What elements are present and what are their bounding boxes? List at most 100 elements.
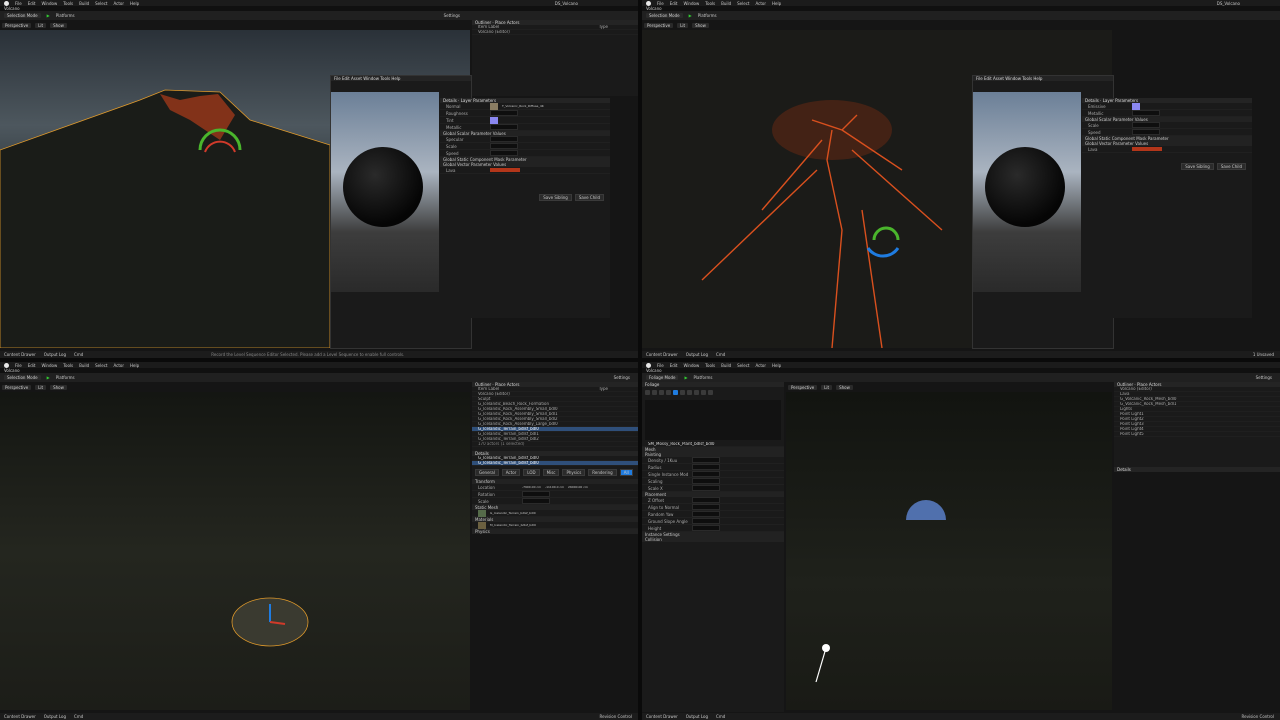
settings-button[interactable]: Settings	[444, 13, 460, 18]
content-drawer-button[interactable]: Content Drawer	[4, 352, 36, 357]
cmd-input[interactable]: Cmd	[716, 352, 725, 357]
unsaved-indicator[interactable]: 1 Unsaved	[1253, 352, 1280, 357]
save-child-button[interactable]: Save Child	[1216, 163, 1246, 170]
value-field[interactable]	[1132, 110, 1160, 116]
level-viewport[interactable]: File Edit Asset Window Tools Help	[0, 30, 472, 349]
menu-tools[interactable]: Tools	[705, 1, 715, 6]
save-child-button[interactable]: Save Child	[574, 194, 604, 201]
lasso-tool-icon[interactable]	[666, 390, 671, 395]
physics-section[interactable]: Physics	[472, 529, 638, 534]
menu-select[interactable]: Select	[737, 1, 749, 6]
details-tab-rendering[interactable]: Rendering	[588, 469, 617, 476]
loc-y[interactable]: -11100.0 cm	[545, 485, 564, 489]
lit-button[interactable]: Lit	[35, 23, 47, 28]
perspective-button[interactable]: Perspective	[644, 23, 674, 28]
menu-edit[interactable]: Edit	[28, 363, 36, 368]
menu-select[interactable]: Select	[95, 363, 107, 368]
details-tab-physics[interactable]: Physics	[562, 469, 586, 476]
save-sibling-button[interactable]: Save Sibling	[539, 194, 572, 201]
menu-help[interactable]: Help	[130, 1, 139, 6]
material-preview[interactable]	[973, 92, 1081, 292]
reapply-tool-icon[interactable]	[680, 390, 685, 395]
texture-swatch[interactable]	[490, 102, 498, 110]
value-field[interactable]	[692, 518, 720, 524]
play-icon[interactable]: ▶	[684, 375, 687, 380]
level-viewport[interactable]	[0, 392, 470, 710]
value-field[interactable]	[490, 136, 518, 142]
level-viewport[interactable]	[786, 392, 1112, 710]
platforms-button[interactable]: Platforms	[56, 375, 75, 380]
select-all-icon[interactable]	[652, 390, 657, 395]
value-field[interactable]	[692, 471, 720, 477]
lit-button[interactable]: Lit	[35, 385, 47, 390]
select-invalid-icon[interactable]	[659, 390, 664, 395]
menu-actor[interactable]: Actor	[755, 1, 766, 6]
menu-tools[interactable]: Tools	[705, 363, 715, 368]
details-tab-lod[interactable]: LOD	[523, 469, 540, 476]
color-swatch[interactable]	[1132, 102, 1140, 110]
erase-tool-icon[interactable]	[701, 390, 706, 395]
value-field[interactable]	[692, 504, 720, 510]
menu-file[interactable]: File	[657, 1, 664, 6]
output-log-button[interactable]: Output Log	[686, 352, 708, 357]
value-field[interactable]	[490, 150, 518, 156]
mesh-thumbnail[interactable]	[478, 509, 486, 517]
value-field[interactable]	[692, 457, 720, 463]
mode-select-button[interactable]: Selection Mode	[4, 375, 41, 380]
menu-actor[interactable]: Actor	[113, 363, 124, 368]
single-tool-icon[interactable]	[687, 390, 692, 395]
collision-section[interactable]: Collision	[642, 537, 784, 542]
cmd-input[interactable]: Cmd	[74, 352, 83, 357]
menu-file[interactable]: File	[15, 1, 22, 6]
play-icon[interactable]: ▶	[689, 13, 692, 18]
menu-select[interactable]: Select	[737, 363, 749, 368]
show-button[interactable]: Show	[692, 23, 709, 28]
outliner-row[interactable]: Point Light5	[1114, 432, 1280, 437]
content-drawer-button[interactable]: Content Drawer	[4, 714, 36, 719]
output-log-button[interactable]: Output Log	[686, 714, 708, 719]
platforms-button[interactable]: Platforms	[694, 375, 713, 380]
menu-build[interactable]: Build	[721, 363, 731, 368]
menu-window[interactable]: Window	[683, 363, 699, 368]
material-preview[interactable]	[331, 92, 439, 292]
menu-edit[interactable]: Edit	[670, 1, 678, 6]
play-icon[interactable]: ▶	[47, 13, 50, 18]
menu-window[interactable]: Window	[41, 1, 57, 6]
select-tool-icon[interactable]	[645, 390, 650, 395]
show-button[interactable]: Show	[836, 385, 853, 390]
content-drawer-button[interactable]: Content Drawer	[646, 352, 678, 357]
value-field[interactable]	[692, 478, 720, 484]
material-thumbnail[interactable]	[478, 521, 486, 529]
menu-file[interactable]: File	[657, 363, 664, 368]
value-field[interactable]	[692, 525, 720, 531]
value-field[interactable]	[692, 497, 720, 503]
menu-actor[interactable]: Actor	[113, 1, 124, 6]
loc-x[interactable]: -7900.00 cm	[522, 485, 541, 489]
level-viewport[interactable]: File Edit Asset Window Tools Help	[642, 30, 1114, 349]
platforms-button[interactable]: Platforms	[56, 13, 75, 18]
menu-edit[interactable]: Edit	[670, 363, 678, 368]
menu-window[interactable]: Window	[683, 1, 699, 6]
lava-color-swatch[interactable]	[490, 168, 520, 172]
menu-help[interactable]: Help	[772, 363, 781, 368]
value-field[interactable]	[692, 464, 720, 470]
menu-edit[interactable]: Edit	[28, 1, 36, 6]
value-field[interactable]	[1132, 122, 1160, 128]
menu-actor[interactable]: Actor	[755, 363, 766, 368]
value-field[interactable]	[692, 511, 720, 517]
cmd-input[interactable]: Cmd	[716, 714, 725, 719]
value-field[interactable]	[522, 498, 550, 504]
perspective-button[interactable]: Perspective	[2, 23, 32, 28]
lit-button[interactable]: Lit	[677, 23, 689, 28]
details-tab-actor[interactable]: Actor	[501, 469, 521, 476]
menu-build[interactable]: Build	[721, 1, 731, 6]
foliage-mode-button[interactable]: Foliage Mode	[646, 375, 679, 380]
settings-button[interactable]: Settings	[1256, 375, 1272, 380]
save-sibling-button[interactable]: Save Sibling	[1181, 163, 1214, 170]
menu-file[interactable]: File	[15, 363, 22, 368]
output-log-button[interactable]: Output Log	[44, 714, 66, 719]
show-button[interactable]: Show	[50, 23, 67, 28]
play-icon[interactable]: ▶	[47, 375, 50, 380]
value-field[interactable]	[692, 485, 720, 491]
outliner-row[interactable]: Volcano (Editor)	[472, 30, 638, 35]
